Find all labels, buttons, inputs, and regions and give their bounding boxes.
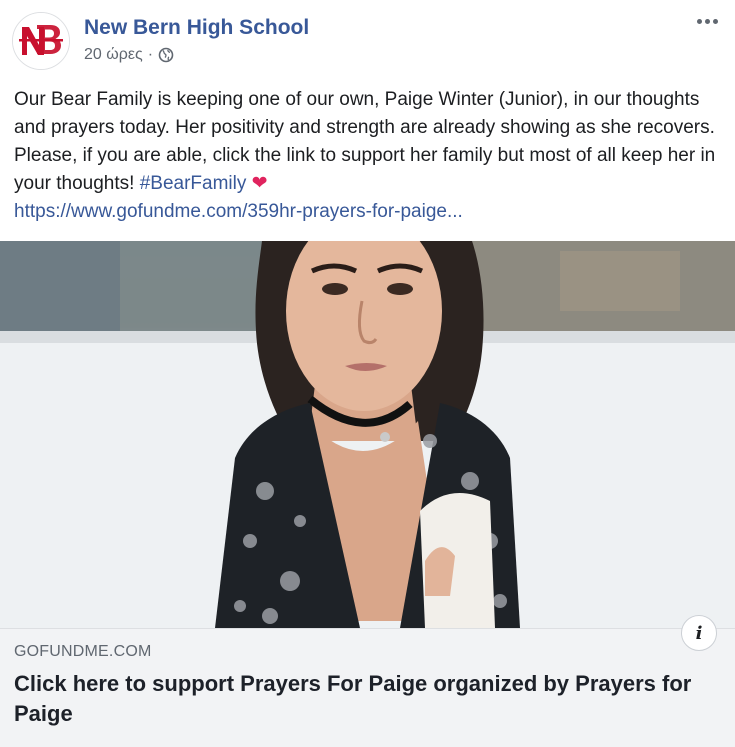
page-name-link[interactable]: New Bern High School (84, 16, 309, 40)
globe-icon[interactable] (158, 47, 174, 63)
more-options-icon[interactable] (693, 10, 721, 32)
facebook-post: New Bern High School 20 ώρες · Our Bear … (0, 0, 735, 747)
heart-emoji-icon: ❤ (251, 173, 268, 194)
link-preview-image[interactable] (0, 241, 735, 628)
link-preview-footer[interactable]: i GOFUNDME.COM Click here to support Pra… (0, 615, 735, 747)
page-avatar[interactable] (12, 12, 70, 70)
post-text: Our Bear Family is keeping one of our ow… (14, 86, 726, 226)
link-headline[interactable]: Click here to support Prayers For Paige … (14, 669, 724, 729)
gofundme-url-link[interactable]: https://www.gofundme.com/359hr-prayers-f… (14, 201, 463, 222)
info-icon[interactable]: i (681, 615, 717, 651)
post-meta: 20 ώρες · (84, 46, 174, 64)
meta-separator: · (147, 46, 154, 63)
nb-monogram-logo-icon (13, 13, 69, 69)
post-body-text: Our Bear Family is keeping one of our ow… (14, 89, 716, 194)
link-domain: GOFUNDME.COM (14, 643, 152, 660)
post-header: New Bern High School 20 ώρες · (0, 0, 735, 80)
hashtag-link[interactable]: #BearFamily (140, 173, 247, 194)
post-timestamp[interactable]: 20 ώρες (84, 46, 143, 64)
